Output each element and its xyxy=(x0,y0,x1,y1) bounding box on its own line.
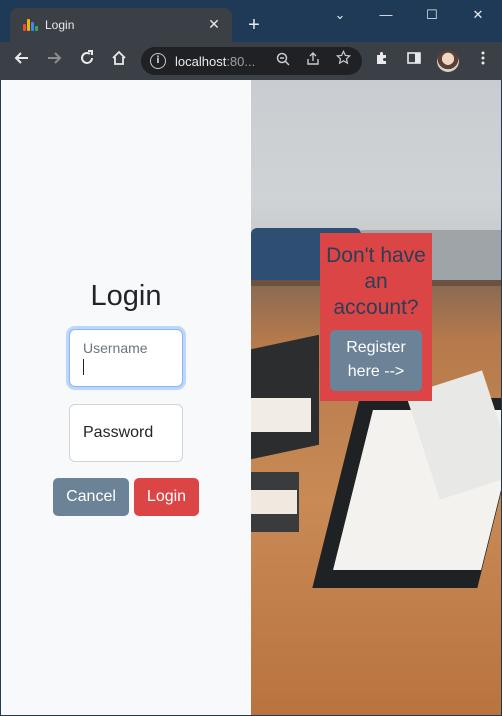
tab-title: Login xyxy=(45,18,75,32)
maximize-button[interactable]: ☐ xyxy=(410,0,454,32)
back-arrow-icon[interactable] xyxy=(9,48,35,74)
new-tab-button[interactable]: + xyxy=(243,14,265,36)
site-info-icon[interactable]: i xyxy=(150,53,166,69)
url-host: localhost xyxy=(175,54,227,69)
share-icon[interactable] xyxy=(301,49,325,73)
bookmark-star-icon[interactable] xyxy=(331,49,355,73)
address-url: localhost:80... xyxy=(175,54,255,69)
browser-toolbar: i localhost:80... xyxy=(0,42,502,80)
menu-kebab-icon[interactable] xyxy=(470,48,496,74)
password-placeholder: Password xyxy=(83,424,154,441)
username-label: Username xyxy=(83,340,148,356)
photo-book-pages xyxy=(251,490,297,514)
address-bar[interactable]: i localhost:80... xyxy=(141,47,362,75)
forward-arrow-icon[interactable] xyxy=(41,48,67,74)
tab-search-icon[interactable]: ⌄ xyxy=(318,0,362,32)
extensions-puzzle-icon[interactable] xyxy=(369,48,395,74)
side-panel-icon[interactable] xyxy=(401,48,427,74)
profile-avatar[interactable] xyxy=(437,50,459,72)
login-button[interactable]: Login xyxy=(134,478,199,516)
register-button[interactable]: Register here --> xyxy=(330,330,422,391)
close-window-button[interactable]: ✕ xyxy=(456,0,500,32)
zoom-icon[interactable] xyxy=(271,49,295,73)
app-favicon-icon xyxy=(23,19,38,31)
browser-tab[interactable]: Login ✕ xyxy=(10,8,232,42)
login-panel: Login Username Password Cancel Login xyxy=(1,80,251,715)
page-title: Login xyxy=(90,280,162,312)
register-prompt: Don't have an account? xyxy=(326,244,426,319)
register-callout: Don't have an account? Register here --> xyxy=(320,233,432,401)
url-rest: :80... xyxy=(226,54,256,69)
cancel-button[interactable]: Cancel xyxy=(53,478,129,516)
tab-strip: Login ✕ + ⌄ — ☐ ✕ xyxy=(0,0,502,42)
text-caret xyxy=(83,359,84,375)
reload-icon[interactable] xyxy=(74,48,100,74)
home-icon[interactable] xyxy=(106,48,132,74)
minimize-button[interactable]: — xyxy=(364,0,408,32)
browser-window: Login ✕ + ⌄ — ☐ ✕ i localhost:80... Logi… xyxy=(0,0,502,716)
photo-book xyxy=(251,334,319,460)
username-field[interactable]: Username xyxy=(69,329,183,387)
tab-close-icon[interactable]: ✕ xyxy=(205,15,223,33)
photo-book-pages xyxy=(251,398,311,432)
password-field[interactable]: Password xyxy=(69,404,183,462)
